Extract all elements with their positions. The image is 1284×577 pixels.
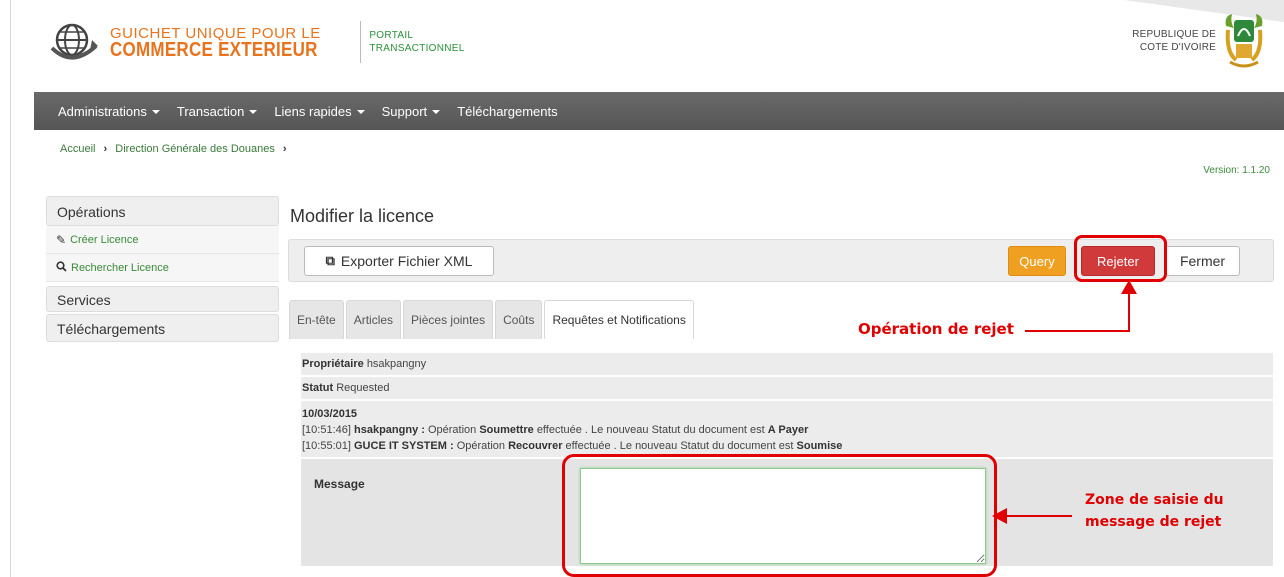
chevron-right-icon: › xyxy=(282,143,287,155)
sidebar-section-downloads[interactable]: Téléchargements xyxy=(46,314,279,342)
owner-label: Propriétaire xyxy=(302,358,364,370)
history-entry: [10:51:46] hsakpangny : Opération Soumet… xyxy=(302,422,1272,438)
tab-pieces-jointes[interactable]: Pièces jointes xyxy=(403,300,494,339)
globe-logo-icon xyxy=(48,18,100,66)
log-text: Opération xyxy=(427,424,477,436)
search-icon xyxy=(56,260,67,275)
close-button[interactable]: Fermer xyxy=(1165,246,1240,276)
nav-liens-rapides-label: Liens rapides xyxy=(274,103,352,119)
caret-down-icon xyxy=(356,110,365,115)
status-value: Requested xyxy=(336,382,390,394)
annotation-message-line-1: Zone de saisie du xyxy=(1085,492,1224,508)
tab-bar: En-tête Articles Pièces jointes Coûts Re… xyxy=(289,300,696,340)
history-entry: [10:55:01] GUCE IT SYSTEM : Opération Re… xyxy=(302,438,1272,454)
tab-requetes-notifications[interactable]: Requêtes et Notifications xyxy=(544,300,694,340)
annotation-message-line-2: message de rejet xyxy=(1085,514,1222,530)
breadcrumb-douanes[interactable]: Direction Générale des Douanes xyxy=(115,143,275,155)
annotation-line xyxy=(1025,330,1130,332)
nav-support-label: Support xyxy=(381,103,428,119)
logo-title: GUICHET UNIQUE POUR LE COMMERCE EXTERIEU… xyxy=(110,25,354,61)
message-label: Message xyxy=(314,477,365,491)
country-emblem: REPUBLIQUE DE COTE D'IVOIRE xyxy=(1132,12,1266,70)
site-logo[interactable]: GUICHET UNIQUE POUR LE COMMERCE EXTERIEU… xyxy=(48,18,465,66)
query-button[interactable]: Query xyxy=(1008,246,1066,276)
annotation-reject-operation: Opération de rejet xyxy=(858,320,1014,338)
log-operation: Soumettre xyxy=(479,424,534,436)
sidebar-section-services[interactable]: Services xyxy=(46,286,279,312)
sidebar-item-search-label: Rechercher Licence xyxy=(71,261,169,274)
tab-en-tete[interactable]: En-tête xyxy=(289,300,344,339)
log-text: Opération xyxy=(456,440,505,452)
sidebar-item-search-licence[interactable]: Rechercher Licence xyxy=(46,254,279,282)
caret-down-icon xyxy=(249,110,258,115)
log-text: effectuée . Le nouveau Statut du documen… xyxy=(565,440,794,452)
tab-couts[interactable]: Coûts xyxy=(495,300,543,339)
owner-value: hsakpangny xyxy=(366,358,427,370)
version-label: Version: 1.1.20 xyxy=(1203,165,1270,176)
log-user: GUCE IT SYSTEM : xyxy=(354,440,454,452)
portal-line-2: TRANSACTIONNEL xyxy=(369,43,465,54)
log-time: [10:51:46] xyxy=(302,424,351,436)
nav-administrations[interactable]: Administrations xyxy=(58,104,160,119)
logo-line-2: COMMERCE EXTERIEUR xyxy=(110,39,318,61)
arrow-up-icon xyxy=(1121,280,1137,294)
nav-telechargements[interactable]: Téléchargements xyxy=(457,104,557,119)
sidebar-item-create-licence[interactable]: ✎ Créer Licence xyxy=(46,226,279,254)
log-user: hsakpangny : xyxy=(354,424,425,436)
nav-liens-rapides[interactable]: Liens rapides xyxy=(274,103,365,119)
export-icon: ⧉ xyxy=(325,253,335,268)
owner-row: Propriétaire hsakpangny xyxy=(301,353,1273,375)
nav-support[interactable]: Support xyxy=(382,104,441,119)
message-highlight-box xyxy=(562,454,997,577)
export-xml-label: Exporter Fichier XML xyxy=(340,253,473,269)
main-navbar: Administrations Transaction Liens rapide… xyxy=(34,92,1284,130)
annotation-message-zone: Zone de saisie du message de rejet xyxy=(1085,489,1224,533)
sidebar: Opérations ✎ Créer Licence Rechercher Li… xyxy=(46,196,279,344)
status-label: Statut xyxy=(302,382,334,394)
arrow-left-icon xyxy=(992,508,1007,524)
caret-down-icon xyxy=(432,110,441,115)
caret-down-icon xyxy=(151,110,160,115)
chevron-right-icon: › xyxy=(103,143,108,155)
annotation-line xyxy=(1128,290,1130,332)
sidebar-section-operations[interactable]: Opérations xyxy=(46,196,279,226)
history-row: 10/03/2015 [10:51:46] hsakpangny : Opéra… xyxy=(301,401,1273,457)
page-title: Modifier la licence xyxy=(290,206,435,226)
country-line-2: COTE D'IVOIRE xyxy=(1139,42,1216,53)
portal-subtitle: PORTAIL TRANSACTIONNEL xyxy=(369,29,464,55)
portal-line-1: PORTAIL xyxy=(369,30,414,41)
log-operation: Recouvrer xyxy=(508,440,563,452)
breadcrumb: Accueil › Direction Générale des Douanes… xyxy=(60,143,292,155)
log-status: A Payer xyxy=(767,424,809,436)
nav-telechargements-label: Téléchargements xyxy=(457,103,558,119)
breadcrumb-home[interactable]: Accueil xyxy=(60,143,95,155)
tab-articles[interactable]: Articles xyxy=(345,300,402,339)
status-row: Statut Requested xyxy=(301,377,1273,399)
country-name: REPUBLIQUE DE COTE D'IVOIRE xyxy=(1132,28,1216,54)
coat-of-arms-icon xyxy=(1222,12,1266,70)
sidebar-item-create-label: Créer Licence xyxy=(70,233,139,246)
export-xml-button[interactable]: ⧉ Exporter Fichier XML xyxy=(304,246,494,276)
nav-transaction[interactable]: Transaction xyxy=(176,103,258,119)
log-text: effectuée . Le nouveau Statut du documen… xyxy=(536,424,765,436)
annotation-line xyxy=(1005,515,1072,517)
nav-transaction-label: Transaction xyxy=(176,103,245,119)
history-date: 10/03/2015 xyxy=(302,408,358,420)
nav-administrations-label: Administrations xyxy=(58,103,147,119)
pencil-icon: ✎ xyxy=(56,232,67,247)
logo-divider xyxy=(360,21,362,63)
country-line-1: REPUBLIQUE DE xyxy=(1132,29,1216,40)
log-time: [10:55:01] xyxy=(302,440,351,452)
log-status: Soumise xyxy=(796,440,843,452)
reject-highlight-box xyxy=(1074,235,1167,282)
